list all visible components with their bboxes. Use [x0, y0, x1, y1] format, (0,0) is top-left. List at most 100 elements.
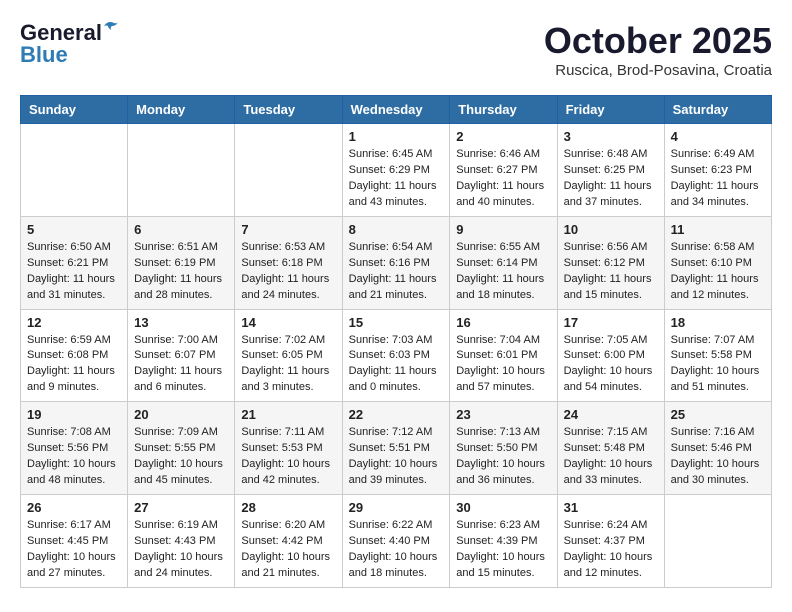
day-info: Sunrise: 6:48 AMSunset: 6:25 PMDaylight:… — [564, 147, 658, 211]
day-info: Sunrise: 7:12 AMSunset: 5:51 PMDaylight:… — [349, 425, 444, 489]
day-info: Sunrise: 6:51 AMSunset: 6:19 PMDaylight:… — [134, 240, 228, 304]
calendar-cell: 19 Sunrise: 7:08 AMSunset: 5:56 PMDayligh… — [21, 402, 128, 495]
day-info: Sunrise: 6:45 AMSunset: 6:29 PMDaylight:… — [349, 147, 444, 211]
day-number: 25 — [671, 407, 765, 422]
calendar-cell: 12Sunrise: 6:59 AMSunset: 6:08 PMDayligh… — [21, 309, 128, 402]
location-title: Ruscica, Brod-Posavina, Croatia — [544, 62, 772, 79]
day-info: Sunrise: 6:23 AMSunset: 4:39 PMDaylight:… — [456, 518, 550, 582]
day-number: 8 — [349, 222, 444, 237]
day-number: 12 — [27, 315, 121, 330]
calendar-cell — [664, 495, 771, 588]
calendar-cell: 25 Sunrise: 7:16 AMSunset: 5:46 PMDayligh… — [664, 402, 771, 495]
calendar-cell: 7 Sunrise: 6:53 AMSunset: 6:18 PMDaylight… — [235, 216, 342, 309]
weekday-header-tuesday: Tuesday — [235, 96, 342, 124]
day-number: 26 — [27, 500, 121, 515]
calendar-cell — [21, 124, 128, 217]
day-number: 15 — [349, 315, 444, 330]
day-number: 28 — [241, 500, 335, 515]
calendar-cell: 2 Sunrise: 6:46 AMSunset: 6:27 PMDaylight… — [450, 124, 557, 217]
day-info: Sunrise: 7:09 AMSunset: 5:55 PMDaylight:… — [134, 425, 228, 489]
day-number: 6 — [134, 222, 228, 237]
logo-general: General — [20, 20, 102, 45]
day-number: 20 — [134, 407, 228, 422]
day-info: Sunrise: 7:07 AMSunset: 5:58 PMDaylight:… — [671, 333, 765, 397]
title-block: October 2025 Ruscica, Brod-Posavina, Cro… — [544, 20, 772, 79]
day-number: 13 — [134, 315, 228, 330]
calendar-cell: 29 Sunrise: 6:22 AMSunset: 4:40 PMDayligh… — [342, 495, 450, 588]
calendar-cell: 8 Sunrise: 6:54 AMSunset: 6:16 PMDaylight… — [342, 216, 450, 309]
day-number: 23 — [456, 407, 550, 422]
calendar-cell: 15 Sunrise: 7:03 AMSunset: 6:03 PMDayligh… — [342, 309, 450, 402]
day-info: Sunrise: 6:50 AMSunset: 6:21 PMDaylight:… — [27, 240, 121, 304]
day-info: Sunrise: 6:24 AMSunset: 4:37 PMDaylight:… — [564, 518, 658, 582]
day-info: Sunrise: 6:46 AMSunset: 6:27 PMDaylight:… — [456, 147, 550, 211]
day-info: Sunrise: 6:22 AMSunset: 4:40 PMDaylight:… — [349, 518, 444, 582]
day-info: Sunrise: 6:53 AMSunset: 6:18 PMDaylight:… — [241, 240, 335, 304]
day-number: 21 — [241, 407, 335, 422]
day-number: 1 — [349, 129, 444, 144]
calendar-cell — [235, 124, 342, 217]
calendar-cell: 24Sunrise: 7:15 AMSunset: 5:48 PMDayligh… — [557, 402, 664, 495]
day-info: Sunrise: 7:04 AMSunset: 6:01 PMDaylight:… — [456, 333, 550, 397]
calendar-cell: 10 Sunrise: 6:56 AMSunset: 6:12 PMDayligh… — [557, 216, 664, 309]
calendar-cell: 16Sunrise: 7:04 AMSunset: 6:01 PMDayligh… — [450, 309, 557, 402]
day-info: Sunrise: 7:03 AMSunset: 6:03 PMDaylight:… — [349, 333, 444, 397]
week-row-2: 5 Sunrise: 6:50 AMSunset: 6:21 PMDaylight… — [21, 216, 772, 309]
day-info: Sunrise: 6:19 AMSunset: 4:43 PMDaylight:… — [134, 518, 228, 582]
calendar-cell: 14Sunrise: 7:02 AMSunset: 6:05 PMDayligh… — [235, 309, 342, 402]
calendar-cell: 5 Sunrise: 6:50 AMSunset: 6:21 PMDaylight… — [21, 216, 128, 309]
calendar-cell: 27Sunrise: 6:19 AMSunset: 4:43 PMDayligh… — [128, 495, 235, 588]
day-number: 22 — [349, 407, 444, 422]
day-number: 9 — [456, 222, 550, 237]
day-number: 17 — [564, 315, 658, 330]
calendar-cell: 4 Sunrise: 6:49 AMSunset: 6:23 PMDaylight… — [664, 124, 771, 217]
day-info: Sunrise: 7:16 AMSunset: 5:46 PMDaylight:… — [671, 425, 765, 489]
logo-bird-icon — [102, 18, 120, 36]
day-number: 4 — [671, 129, 765, 144]
day-number: 19 — [27, 407, 121, 422]
calendar-table: SundayMondayTuesdayWednesdayThursdayFrid… — [20, 95, 772, 588]
weekday-header-wednesday: Wednesday — [342, 96, 450, 124]
day-number: 24 — [564, 407, 658, 422]
week-row-1: 1 Sunrise: 6:45 AMSunset: 6:29 PMDaylight… — [21, 124, 772, 217]
day-info: Sunrise: 6:58 AMSunset: 6:10 PMDaylight:… — [671, 240, 765, 304]
calendar-cell: 9 Sunrise: 6:55 AMSunset: 6:14 PMDaylight… — [450, 216, 557, 309]
day-info: Sunrise: 6:17 AMSunset: 4:45 PMDaylight:… — [27, 518, 121, 582]
day-number: 18 — [671, 315, 765, 330]
calendar-cell: 31 Sunrise: 6:24 AMSunset: 4:37 PMDayligh… — [557, 495, 664, 588]
day-number: 11 — [671, 222, 765, 237]
calendar-cell: 3Sunrise: 6:48 AMSunset: 6:25 PMDaylight… — [557, 124, 664, 217]
day-info: Sunrise: 6:49 AMSunset: 6:23 PMDaylight:… — [671, 147, 765, 211]
day-number: 2 — [456, 129, 550, 144]
day-info: Sunrise: 7:08 AMSunset: 5:56 PMDaylight:… — [27, 425, 121, 489]
calendar-cell: 23 Sunrise: 7:13 AMSunset: 5:50 PMDayligh… — [450, 402, 557, 495]
day-number: 10 — [564, 222, 658, 237]
day-info: Sunrise: 6:55 AMSunset: 6:14 PMDaylight:… — [456, 240, 550, 304]
week-row-3: 12Sunrise: 6:59 AMSunset: 6:08 PMDayligh… — [21, 309, 772, 402]
calendar-cell — [128, 124, 235, 217]
calendar-cell: 17Sunrise: 7:05 AMSunset: 6:00 PMDayligh… — [557, 309, 664, 402]
calendar-cell: 6 Sunrise: 6:51 AMSunset: 6:19 PMDaylight… — [128, 216, 235, 309]
day-info: Sunrise: 6:56 AMSunset: 6:12 PMDaylight:… — [564, 240, 658, 304]
calendar-cell: 13 Sunrise: 7:00 AMSunset: 6:07 PMDayligh… — [128, 309, 235, 402]
weekday-header-monday: Monday — [128, 96, 235, 124]
day-number: 29 — [349, 500, 444, 515]
day-info: Sunrise: 6:54 AMSunset: 6:16 PMDaylight:… — [349, 240, 444, 304]
calendar-cell: 21Sunrise: 7:11 AMSunset: 5:53 PMDayligh… — [235, 402, 342, 495]
calendar-cell: 26 Sunrise: 6:17 AMSunset: 4:45 PMDayligh… — [21, 495, 128, 588]
calendar-cell: 11 Sunrise: 6:58 AMSunset: 6:10 PMDayligh… — [664, 216, 771, 309]
calendar-cell: 28Sunrise: 6:20 AMSunset: 4:42 PMDayligh… — [235, 495, 342, 588]
day-number: 5 — [27, 222, 121, 237]
month-title: October 2025 — [544, 20, 772, 62]
day-info: Sunrise: 7:13 AMSunset: 5:50 PMDaylight:… — [456, 425, 550, 489]
calendar-cell: 1 Sunrise: 6:45 AMSunset: 6:29 PMDaylight… — [342, 124, 450, 217]
calendar-cell: 30Sunrise: 6:23 AMSunset: 4:39 PMDayligh… — [450, 495, 557, 588]
calendar-cell: 18 Sunrise: 7:07 AMSunset: 5:58 PMDayligh… — [664, 309, 771, 402]
weekday-header-sunday: Sunday — [21, 96, 128, 124]
week-row-5: 26 Sunrise: 6:17 AMSunset: 4:45 PMDayligh… — [21, 495, 772, 588]
calendar-cell: 20 Sunrise: 7:09 AMSunset: 5:55 PMDayligh… — [128, 402, 235, 495]
day-number: 31 — [564, 500, 658, 515]
day-number: 7 — [241, 222, 335, 237]
page-header: General Blue October 2025 Ruscica, Brod-… — [20, 20, 772, 79]
day-info: Sunrise: 7:00 AMSunset: 6:07 PMDaylight:… — [134, 333, 228, 397]
